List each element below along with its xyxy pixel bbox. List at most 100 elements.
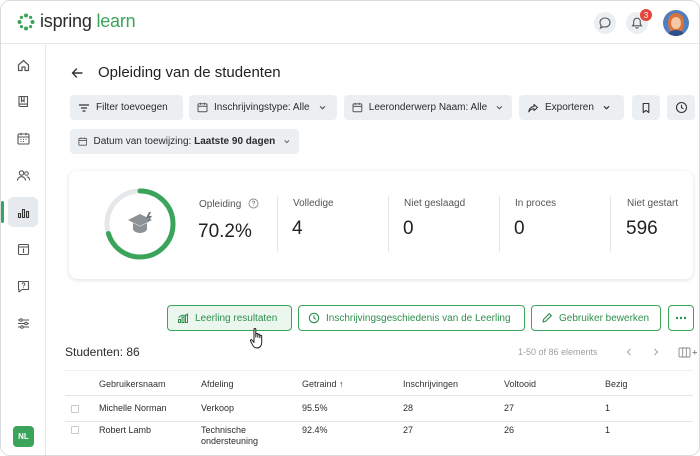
calendar-icon bbox=[78, 137, 88, 146]
chevron-down-icon bbox=[496, 105, 503, 110]
help-circle-icon[interactable] bbox=[248, 198, 259, 209]
back-arrow-icon[interactable] bbox=[69, 65, 85, 84]
cell-department: Verkoop bbox=[201, 403, 235, 413]
more-actions-button[interactable] bbox=[668, 305, 694, 331]
subject-name-filter[interactable]: Leeronderwerp Naam: Alle bbox=[344, 95, 512, 120]
cell-in-progress: 1 bbox=[605, 425, 611, 435]
cell-trained: 95.5% bbox=[302, 403, 328, 413]
table-row[interactable]: Michelle Norman Verkoop 95.5% 28 27 1 bbox=[65, 396, 693, 422]
cell-department: Technische ondersteuning bbox=[201, 425, 259, 446]
column-settings-icon[interactable] bbox=[678, 347, 698, 358]
cell-username: Robert Lamb bbox=[99, 425, 152, 435]
sidebar-item-help[interactable] bbox=[8, 271, 38, 301]
language-badge[interactable]: NL bbox=[13, 426, 34, 447]
chevron-down-icon bbox=[603, 105, 610, 110]
training-progress-ring bbox=[104, 188, 176, 260]
bookmark-icon bbox=[642, 102, 650, 113]
learner-results-button[interactable]: Leerling resultaten bbox=[167, 305, 292, 331]
row-checkbox[interactable] bbox=[71, 426, 79, 434]
cell-trained: 92.4% bbox=[302, 425, 328, 435]
cell-enrollments: 27 bbox=[403, 425, 414, 435]
schedule-button[interactable] bbox=[667, 95, 695, 120]
row-checkbox[interactable] bbox=[71, 405, 79, 413]
pagination-text: 1-50 of 86 elements bbox=[518, 347, 598, 357]
pencil-icon bbox=[542, 313, 552, 323]
stat-not-started-value: 596 bbox=[626, 218, 658, 239]
notifications-bell-icon[interactable]: 3 bbox=[626, 9, 652, 34]
home-icon bbox=[17, 59, 29, 71]
hand-cursor-icon bbox=[249, 328, 263, 349]
stat-failed-value: 0 bbox=[403, 218, 414, 239]
export-button[interactable]: Exporteren bbox=[519, 95, 624, 120]
stat-not-started-label: Niet gestart bbox=[627, 198, 679, 209]
bookmark-button[interactable] bbox=[632, 95, 660, 120]
settings-sliders-icon bbox=[17, 317, 29, 329]
divider bbox=[499, 196, 500, 252]
calendar-icon bbox=[197, 102, 208, 113]
page-title: Opleiding van de studenten bbox=[98, 64, 281, 81]
stat-training-label: Opleiding bbox=[199, 198, 259, 210]
filter-icon bbox=[78, 103, 90, 112]
calendar-icon bbox=[352, 102, 363, 113]
cell-enrollments: 28 bbox=[403, 403, 414, 413]
chat-icon[interactable] bbox=[594, 12, 616, 34]
notification-count-badge: 3 bbox=[640, 9, 652, 21]
stat-in-progress-value: 0 bbox=[514, 218, 525, 239]
column-header-in-progress[interactable]: Bezig bbox=[605, 379, 628, 389]
cell-completed: 26 bbox=[504, 425, 515, 435]
bar-chart-icon bbox=[178, 313, 189, 323]
more-horizontal-icon bbox=[675, 316, 687, 320]
share-arrow-icon bbox=[528, 103, 539, 112]
sidebar: NL bbox=[1, 44, 46, 455]
reports-icon bbox=[17, 208, 29, 218]
column-header-enrollments[interactable]: Inschrijvingen bbox=[403, 379, 458, 389]
divider bbox=[277, 196, 278, 252]
column-header-trained[interactable]: Getraind ↑ bbox=[302, 379, 344, 389]
cell-completed: 27 bbox=[504, 403, 515, 413]
column-header-department[interactable]: Afdeling bbox=[201, 379, 234, 389]
column-header-completed[interactable]: Voltooid bbox=[504, 379, 536, 389]
table-header: Gebruikersnaam Afdeling Getraind ↑ Insch… bbox=[65, 370, 693, 396]
clock-icon bbox=[308, 312, 320, 324]
stats-card: Opleiding 70.2% Volledige 4 Niet geslaag… bbox=[69, 171, 693, 279]
stat-training-value: 70.2% bbox=[198, 221, 252, 242]
cell-username: Michelle Norman bbox=[99, 403, 167, 413]
sidebar-item-courses[interactable] bbox=[8, 86, 38, 116]
ispring-logo[interactable]: ispring learn bbox=[17, 11, 136, 32]
column-header-username[interactable]: Gebruikersnaam bbox=[99, 379, 166, 389]
chevron-right-icon[interactable] bbox=[651, 347, 661, 357]
divider bbox=[388, 196, 389, 252]
chevron-down-icon bbox=[319, 105, 325, 110]
info-icon bbox=[17, 243, 29, 255]
app-window: ispring learn 3 NL Opleiding van de stud… bbox=[0, 0, 700, 456]
sidebar-item-settings[interactable] bbox=[8, 308, 38, 338]
chevron-left-icon[interactable] bbox=[624, 347, 634, 357]
graduation-cap-icon bbox=[128, 212, 152, 233]
sidebar-item-calendar[interactable] bbox=[8, 123, 38, 153]
chevron-down-icon bbox=[284, 140, 290, 144]
add-filter-button[interactable]: Filter toevoegen bbox=[70, 95, 183, 120]
calendar-icon bbox=[16, 132, 30, 145]
stat-failed-label: Niet geslaagd bbox=[404, 198, 466, 209]
stat-complete-label: Volledige bbox=[293, 198, 334, 209]
edit-user-button[interactable]: Gebruiker bewerken bbox=[531, 305, 661, 331]
assignment-date-filter[interactable]: Datum van toewijzing: Laatste 90 dagen bbox=[70, 129, 299, 154]
help-icon bbox=[17, 280, 29, 293]
divider bbox=[610, 196, 611, 252]
stat-in-progress-label: In proces bbox=[515, 198, 557, 209]
book-icon bbox=[17, 95, 28, 107]
sidebar-item-users[interactable] bbox=[8, 160, 38, 190]
cell-in-progress: 1 bbox=[605, 403, 611, 413]
stat-complete-value: 4 bbox=[292, 218, 303, 239]
sidebar-item-info[interactable] bbox=[8, 234, 38, 264]
top-bar: ispring learn 3 bbox=[1, 1, 699, 44]
sidebar-item-home[interactable] bbox=[8, 50, 38, 80]
enrollment-type-filter[interactable]: Inschrijvingstype: Alle bbox=[189, 95, 337, 120]
sidebar-item-reports[interactable] bbox=[1, 197, 38, 227]
clock-icon bbox=[675, 101, 687, 114]
ispring-logo-icon bbox=[17, 13, 35, 30]
table-row[interactable]: Robert Lamb Technische ondersteuning 92.… bbox=[65, 422, 693, 455]
enrollment-history-button[interactable]: Inschrijvingsgeschiedenis van de Leerlin… bbox=[298, 305, 525, 331]
user-avatar[interactable] bbox=[663, 10, 689, 36]
students-count: Studenten: 86 bbox=[65, 345, 140, 359]
